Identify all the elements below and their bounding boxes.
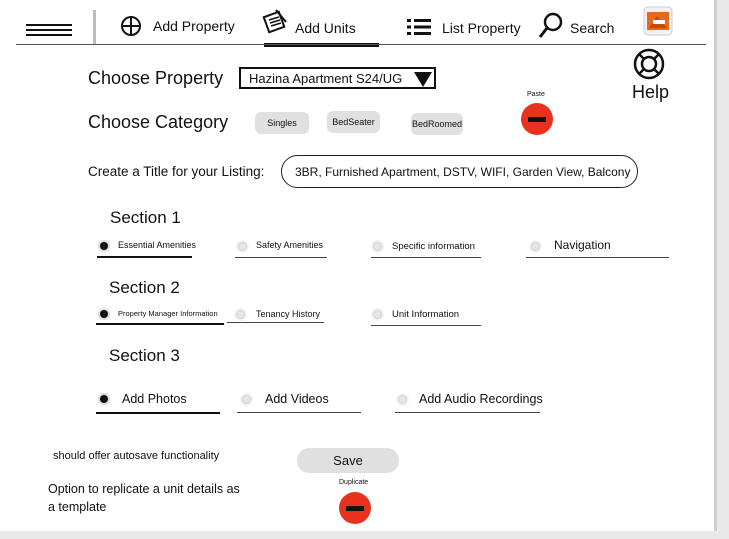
search-icon [538,12,563,38]
radio-underline [235,257,327,258]
radio-essential-amenities[interactable]: Essential Amenities [96,238,196,256]
radio-unselected-indicator [531,242,540,251]
section-3-heading: Section 3 [109,346,180,365]
category-singles-button[interactable]: Singles [255,112,309,134]
radio-selected-indicator [100,395,108,403]
nav-add-units-label: Add Units [295,20,356,36]
radio-unselected-indicator [398,395,407,404]
help-button[interactable]: Help [630,48,674,104]
radio-label: Property Manager Information [118,309,218,318]
radio-underline [97,256,192,258]
radio-add-photos[interactable]: Add Photos [96,390,220,410]
paste-label: Paste [527,91,545,98]
radio-property-manager-information[interactable]: Property Manager Information [96,306,224,324]
radio-label: Tenancy History [256,309,321,319]
radio-label: Unit Information [392,309,460,320]
radio-add-videos[interactable]: Add Videos [237,389,361,409]
radio-selected-indicator [100,310,108,318]
help-label: Help [632,82,670,102]
radio-label: Add Videos [265,392,329,406]
lifebuoy-icon [633,48,665,80]
choose-property-label: Choose Property [88,68,224,88]
add-circle-icon [121,16,141,36]
menu-line [26,29,72,31]
listing-title-input[interactable]: 3BR, Furnished Apartment, DSTV, WIFI, Ga… [281,155,638,188]
radio-selected-indicator [100,242,108,250]
radio-unselected-indicator [242,395,251,404]
menu-button[interactable] [22,22,76,42]
radio-add-audio-recordings[interactable]: Add Audio Recordings [395,389,543,409]
category-bedseater-button[interactable]: BedSeater [327,111,380,133]
radio-unselected-indicator [236,310,245,319]
nav-search[interactable]: Search [538,12,618,40]
radio-underline [371,257,481,258]
radio-navigation[interactable]: Navigation [527,237,669,255]
nav-add-units[interactable]: Add Units [262,8,380,42]
radio-unselected-indicator [373,310,382,319]
radio-unselected-indicator [238,242,247,251]
duplicate-button[interactable] [339,492,371,524]
section-2-heading: Section 2 [109,278,180,297]
radio-label: Add Audio Recordings [419,392,543,406]
chevron-down-icon [414,72,432,87]
replicate-note: Option to replicate a unit details as a … [48,482,240,514]
choose-category-label: Choose Category [88,112,229,132]
list-icon [407,19,431,35]
radio-underline [96,323,224,325]
nav-list-property[interactable]: List Property [407,16,521,40]
listing-title-value: 3BR, Furnished Apartment, DSTV, WIFI, Ga… [295,165,631,179]
nav-divider [93,10,96,44]
property-dropdown-value: Hazina Apartment S24/UG [249,71,403,86]
radio-underline [227,322,324,323]
nav-separator [16,44,706,45]
menu-line [26,34,72,36]
radio-underline [237,412,361,413]
section-1-heading: Section 1 [110,208,181,227]
radio-label: Safety Amenities [256,240,324,250]
save-button[interactable]: Save [297,448,399,473]
page-edge [714,0,717,531]
category-bedroomed-button[interactable]: BedRoomed [411,113,463,135]
nav-search-label: Search [570,20,615,36]
radio-unit-information[interactable]: Unit Information [370,306,481,324]
radio-safety-amenities[interactable]: Safety Amenities [235,238,327,256]
radio-underline [526,257,669,258]
nav-add-property-label: Add Property [153,18,235,34]
paste-button[interactable] [521,103,553,135]
avatar[interactable] [643,6,673,36]
radio-unselected-indicator [373,242,382,251]
profile-image-icon [643,6,673,36]
radio-label: Specific information [392,241,475,252]
autosave-note: should offer autosave functionality [53,450,220,462]
page: Add Property Add Units List Property Sea… [0,0,714,531]
radio-underline [371,325,481,326]
nav-list-property-label: List Property [442,20,521,36]
listing-title-label: Create a Title for your Listing: [88,164,265,179]
menu-line [26,24,72,26]
edit-document-icon [262,9,287,34]
radio-underline [96,412,220,414]
nav-add-property[interactable]: Add Property [120,14,240,40]
radio-label: Essential Amenities [118,240,197,250]
radio-specific-information[interactable]: Specific information [370,238,482,256]
property-dropdown[interactable]: Hazina Apartment S24/UG [239,67,436,89]
radio-label: Add Photos [122,392,187,406]
radio-underline [395,412,540,413]
duplicate-label: Duplicate [339,479,369,486]
radio-label: Navigation [554,238,611,252]
